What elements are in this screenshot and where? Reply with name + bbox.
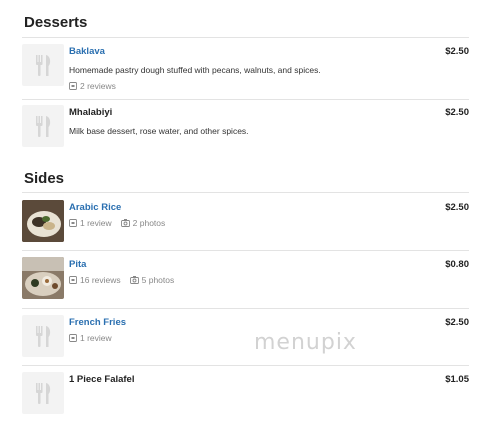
review-icon (69, 334, 77, 342)
menu-item-baklava: Baklava Homemade pastry dough stuffed wi… (22, 44, 469, 92)
item-name: 1 Piece Falafel (69, 374, 135, 385)
menu-item-falafel: 1 Piece Falafel $1.05 (22, 372, 469, 418)
divider (22, 250, 469, 251)
fork-knife-icon (22, 105, 64, 147)
camera-icon (129, 276, 139, 284)
food-photo[interactable] (22, 200, 64, 242)
item-name-link[interactable]: French Fries (69, 317, 126, 328)
divider (22, 365, 469, 366)
fork-knife-icon (22, 44, 64, 86)
food-photo[interactable] (22, 257, 64, 299)
reviews-link[interactable]: 16 reviews (69, 275, 121, 285)
photos-count: 2 photos (132, 218, 166, 228)
menu-item-arabic-rice: Arabic Rice 1 review 2 photos $2.50 (22, 200, 469, 246)
photos-count: 5 photos (141, 275, 175, 285)
section-title-desserts: Desserts (24, 14, 88, 31)
item-price: $2.50 (445, 202, 469, 213)
camera-icon (120, 219, 130, 227)
divider (22, 308, 469, 309)
item-price: $0.80 (445, 259, 469, 270)
photos-link[interactable]: 2 photos (120, 218, 166, 228)
review-icon (69, 219, 77, 227)
item-description: Homemade pastry dough stuffed with pecan… (69, 65, 321, 75)
menu-item-french-fries: French Fries 1 review $2.50 (22, 315, 469, 361)
review-icon (69, 82, 77, 90)
divider (22, 99, 469, 100)
photos-link[interactable]: 5 photos (129, 275, 175, 285)
item-price: $1.05 (445, 374, 469, 385)
watermark-logo: menupix (254, 330, 357, 355)
item-price: $2.50 (445, 46, 469, 57)
section-title-sides: Sides (24, 170, 65, 187)
fork-knife-icon (22, 372, 64, 414)
item-name: Mhalabiyi (69, 107, 113, 118)
divider (22, 192, 469, 193)
reviews-count: 1 review (80, 333, 112, 343)
item-price: $2.50 (445, 107, 469, 118)
reviews-link[interactable]: 1 review (69, 333, 112, 343)
review-icon (69, 276, 77, 284)
item-name-link[interactable]: Arabic Rice (69, 202, 121, 213)
reviews-link[interactable]: 1 review (69, 218, 112, 228)
item-description: Milk base dessert, rose water, and other… (69, 126, 249, 136)
reviews-count: 16 reviews (80, 275, 121, 285)
reviews-link[interactable]: 2 reviews (69, 81, 116, 91)
reviews-count: 1 review (80, 218, 112, 228)
menu-item-mhalabiyi: Mhalabiyi Milk base dessert, rose water,… (22, 105, 469, 153)
divider (22, 37, 469, 38)
reviews-count: 2 reviews (80, 81, 116, 91)
item-name-link[interactable]: Baklava (69, 46, 105, 57)
item-price: $2.50 (445, 317, 469, 328)
item-name-link[interactable]: Pita (69, 259, 86, 270)
fork-knife-icon (22, 315, 64, 357)
menu-item-pita: Pita 16 reviews 5 photos $0.80 (22, 257, 469, 303)
